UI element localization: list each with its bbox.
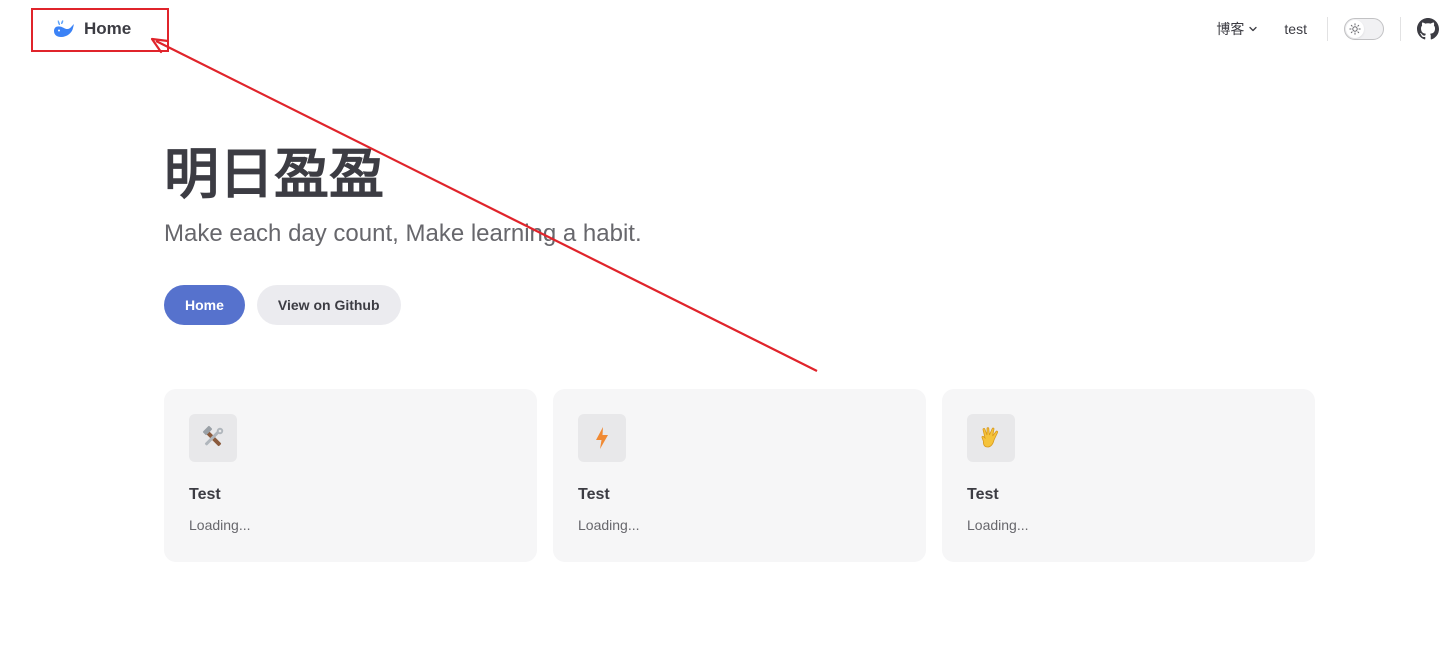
annotation-arrow — [150, 37, 818, 372]
view-on-github-button[interactable]: View on Github — [256, 285, 401, 325]
hero-tagline: Make each day count, Make learning a hab… — [164, 220, 642, 247]
hammer-and-wrench-icon — [202, 425, 224, 447]
appearance-toggle[interactable] — [1344, 18, 1384, 40]
feature-details: Loading... — [578, 517, 640, 533]
navbar: Home 博客 test — [0, 0, 1453, 58]
nav-item-blog-label: 博客 — [1216, 21, 1245, 37]
vulcan-salute-icon — [981, 427, 999, 448]
nav-item-test-label: test — [1284, 21, 1307, 37]
hero-title: 明日盈盈 — [164, 142, 385, 206]
toggle-knob — [1346, 20, 1364, 38]
feature-card[interactable]: Test Loading... — [164, 389, 537, 562]
feature-title: Test — [967, 486, 999, 503]
feature-title: Test — [578, 486, 610, 503]
whale-icon — [54, 20, 74, 37]
feature-details: Loading... — [967, 517, 1029, 533]
feature-card[interactable]: Test Loading... — [553, 389, 926, 562]
nav-divider — [1400, 17, 1401, 41]
feature-icon-box — [578, 414, 626, 462]
nav-item-test[interactable]: test — [1284, 21, 1307, 37]
nav-menu: 博客 test — [1216, 0, 1453, 58]
sun-icon — [1349, 23, 1361, 35]
home-link[interactable]: Home — [52, 18, 131, 40]
lightning-icon — [596, 427, 608, 449]
nav-item-blog[interactable]: 博客 — [1216, 19, 1258, 39]
hero-actions: Home View on Github — [164, 285, 401, 325]
nav-divider — [1327, 17, 1328, 41]
chevron-down-icon — [1249, 26, 1258, 32]
feature-details: Loading... — [189, 517, 251, 533]
feature-card[interactable]: Test Loading... — [942, 389, 1315, 562]
github-icon[interactable] — [1417, 18, 1439, 40]
feature-icon-box — [967, 414, 1015, 462]
home-button[interactable]: Home — [164, 285, 245, 325]
brand-title: Home — [84, 19, 132, 38]
feature-icon-box — [189, 414, 237, 462]
features: Test Loading... Test Loading... Test Loa… — [164, 389, 1315, 562]
feature-title: Test — [189, 486, 221, 503]
